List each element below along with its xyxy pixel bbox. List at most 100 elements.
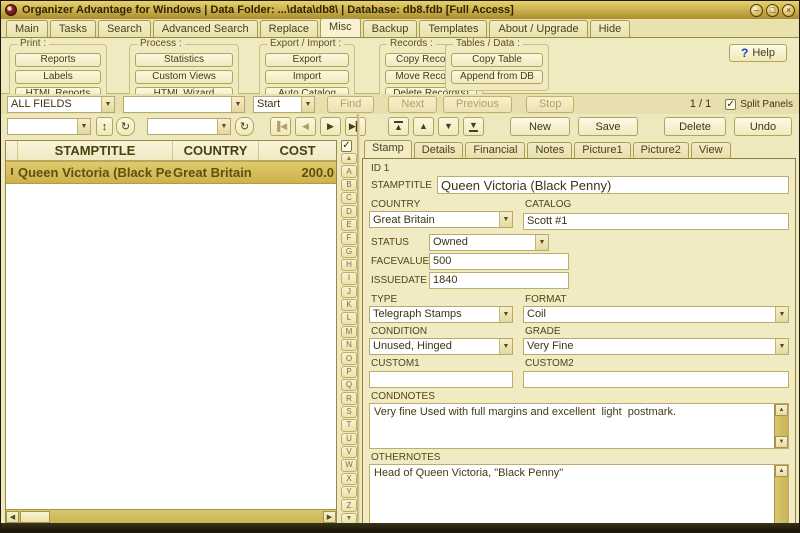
alphabet-letter-button[interactable]: K [341, 298, 357, 312]
scrollbar-thumb[interactable] [20, 510, 50, 523]
detail-tab-picture1[interactable]: Picture1 [574, 142, 631, 158]
undo-button[interactable]: Undo [734, 117, 792, 136]
field-selector-combo[interactable]: ALL FIELDS ▼ [7, 95, 115, 113]
delete-button[interactable]: Delete [664, 117, 726, 136]
cost-column-header[interactable]: COST [259, 141, 336, 160]
chevron-down-icon[interactable]: ▼ [499, 212, 512, 227]
alphabet-letter-button[interactable]: Z [341, 499, 357, 512]
scroll-down-icon[interactable]: ▼ [775, 436, 788, 448]
table-h-scrollbar[interactable]: ◀ ▶ [6, 509, 336, 523]
scroll-up-icon[interactable]: ▲ [775, 465, 788, 477]
custom-views-button[interactable]: Custom Views [135, 70, 233, 84]
tab-hide[interactable]: Hide [589, 20, 631, 37]
append-from-db-button[interactable]: Append from DB [451, 70, 543, 84]
alphabet-letter-button[interactable]: P [341, 365, 357, 379]
stamptitle-input[interactable] [437, 176, 789, 194]
chevron-down-icon[interactable]: ▼ [217, 119, 230, 134]
match-mode-combo[interactable]: Start ▼ [253, 95, 315, 113]
nav-last-button[interactable]: ▶▌ [345, 117, 366, 136]
tab-replace[interactable]: Replace [259, 20, 319, 37]
alphabet-letter-button[interactable]: S [341, 405, 357, 419]
alphabet-letter-button[interactable]: X [341, 472, 357, 485]
custom1-input[interactable] [369, 371, 513, 388]
alphabet-letter-button[interactable]: J [341, 285, 357, 298]
alphabet-up-button[interactable]: ▲ [341, 153, 357, 165]
detail-tab-notes[interactable]: Notes [527, 142, 573, 158]
country-column-header[interactable]: COUNTRY [173, 141, 259, 160]
custom2-input[interactable] [523, 371, 789, 388]
chevron-down-icon[interactable]: ▼ [499, 338, 512, 354]
alphabet-letter-button[interactable]: C [341, 192, 357, 205]
nav-next-button[interactable]: ▶ [320, 117, 341, 136]
sort-button[interactable]: ↕ [96, 117, 113, 136]
alphabet-letter-button[interactable]: R [341, 392, 357, 405]
type-combo[interactable]: Telegraph Stamps ▼ [369, 305, 513, 323]
alphabet-letter-button[interactable]: T [341, 419, 357, 432]
filter-combo-1[interactable]: ▼ [7, 118, 91, 135]
select-all-checkbox[interactable]: ✓ [341, 140, 352, 152]
format-combo[interactable]: Coil ▼ [523, 305, 789, 323]
scroll-left-icon[interactable]: ◀ [6, 510, 19, 523]
scroll-up-icon[interactable]: ▲ [775, 404, 788, 416]
find-button[interactable]: Find [327, 95, 375, 113]
status-combo[interactable]: Owned ▼ [429, 233, 549, 251]
maximize-button[interactable]: □ [766, 3, 779, 17]
alphabet-letter-button[interactable]: A [341, 165, 357, 178]
tab-advanced-search[interactable]: Advanced Search [152, 20, 258, 37]
tab-misc[interactable]: Misc [320, 18, 361, 37]
refresh-button-1[interactable]: ↻ [116, 117, 135, 136]
alphabet-letter-button[interactable]: W [341, 459, 357, 472]
nav-first-button[interactable]: ▐◀ [270, 117, 291, 136]
previous-button[interactable]: Previous [443, 95, 512, 113]
stop-button[interactable]: Stop [525, 95, 575, 113]
next-button[interactable]: Next [388, 95, 438, 113]
alphabet-letter-button[interactable]: M [341, 325, 357, 339]
record-next-button[interactable]: ▼ [438, 117, 459, 136]
alphabet-letter-button[interactable]: L [341, 312, 357, 325]
table-row[interactable]: I Queen Victoria (Black Pe Great Britain… [6, 162, 336, 184]
alphabet-letter-button[interactable]: Y [341, 485, 357, 499]
alphabet-letter-button[interactable]: Q [341, 379, 357, 392]
stamptitle-column-header[interactable]: STAMPTITLE [18, 141, 173, 160]
alphabet-letter-button[interactable]: F [341, 232, 357, 245]
minimize-button[interactable]: – [750, 3, 763, 17]
save-button[interactable]: Save [578, 117, 638, 136]
detail-tab-view[interactable]: View [690, 142, 731, 158]
export-button[interactable]: Export [265, 53, 349, 67]
country-combo[interactable]: Great Britain ▼ [369, 211, 513, 228]
chevron-down-icon[interactable]: ▼ [775, 338, 788, 354]
detail-tab-details[interactable]: Details [413, 142, 464, 158]
condnotes-textarea[interactable]: Very fine Used with full margins and exc… [369, 403, 789, 449]
tab-search[interactable]: Search [97, 20, 151, 37]
tab-backup[interactable]: Backup [362, 20, 418, 37]
detail-tab-picture2[interactable]: Picture2 [632, 142, 689, 158]
nav-prev-button[interactable]: ◀ [295, 117, 316, 136]
tab-tasks[interactable]: Tasks [49, 20, 96, 37]
issuedate-input[interactable] [429, 271, 569, 289]
new-button[interactable]: New [510, 117, 570, 136]
chevron-down-icon[interactable]: ▼ [101, 96, 114, 112]
chevron-down-icon[interactable]: ▼ [301, 96, 314, 112]
alphabet-letter-button[interactable]: N [341, 339, 357, 352]
import-button[interactable]: Import [265, 70, 349, 84]
record-last-button[interactable]: ▼ [463, 117, 484, 136]
alphabet-letter-button[interactable]: H [341, 258, 357, 272]
detail-tab-stamp[interactable]: Stamp [364, 140, 412, 158]
statistics-button[interactable]: Statistics [135, 53, 233, 67]
help-button[interactable]: ? Help [729, 44, 787, 62]
record-prev-button[interactable]: ▲ [413, 117, 434, 136]
alphabet-letter-button[interactable]: B [341, 178, 357, 192]
record-first-button[interactable]: ▲ [388, 117, 409, 136]
search-term-combo[interactable]: ▼ [123, 95, 245, 113]
filter-combo-2[interactable]: ▼ [147, 118, 231, 135]
copy-table-button[interactable]: Copy Table [451, 53, 543, 67]
tab-templates[interactable]: Templates [419, 20, 488, 37]
chevron-down-icon[interactable]: ▼ [231, 96, 244, 112]
condnotes-scrollbar[interactable]: ▲ ▼ [774, 404, 788, 448]
facevalue-input[interactable] [429, 252, 569, 270]
labels-button[interactable]: Labels [15, 70, 101, 84]
reports-button[interactable]: Reports [15, 53, 101, 67]
split-panels-checkbox[interactable]: ✓ [725, 98, 737, 110]
alphabet-letter-button[interactable]: I [341, 272, 357, 285]
tab-main[interactable]: Main [6, 20, 48, 37]
